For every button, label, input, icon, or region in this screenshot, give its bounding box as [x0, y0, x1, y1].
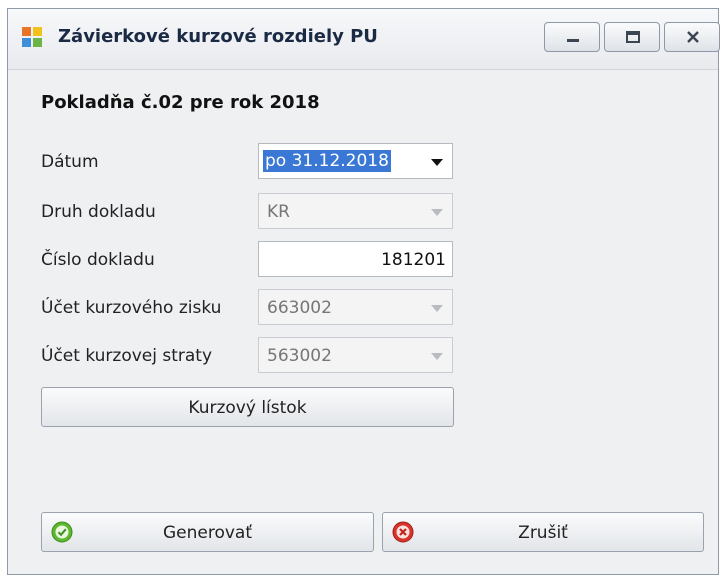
kurzovy-listok-button[interactable]: Kurzový lístok [41, 387, 454, 427]
ucet-zisku-value: 663002 [267, 298, 332, 318]
minimize-icon [567, 39, 579, 42]
datum-value: po 31.12.2018 [263, 150, 391, 172]
kurzovy-listok-label: Kurzový lístok [188, 398, 307, 418]
ucet-zisku-label: Účet kurzového zisku [41, 298, 222, 318]
druh-dokladu-label: Druh dokladu [41, 202, 156, 222]
app-icon [22, 27, 42, 47]
zrusit-button[interactable]: Zrušiť [382, 512, 704, 552]
chevron-down-icon [431, 209, 443, 216]
close-button[interactable] [664, 22, 720, 52]
ucet-straty-value: 563002 [267, 346, 332, 366]
title-bar[interactable]: Závierkové kurzové rozdiely PU [8, 9, 720, 70]
close-icon [687, 31, 699, 43]
druh-dokladu-select[interactable]: KR [258, 193, 453, 229]
zrusit-label: Zrušiť [518, 523, 568, 543]
ucet-straty-select[interactable]: 563002 [258, 337, 453, 373]
druh-dokladu-value: KR [267, 202, 290, 222]
minimize-button[interactable] [544, 22, 600, 52]
datum-select[interactable]: po 31.12.2018 [258, 143, 453, 179]
datum-label: Dátum [41, 152, 99, 172]
ucet-straty-label: Účet kurzovej straty [41, 346, 213, 366]
chevron-down-icon [431, 353, 443, 360]
cislo-dokladu-value: 181201 [381, 250, 446, 270]
cislo-dokladu-input[interactable]: 181201 [258, 241, 453, 277]
cislo-dokladu-label: Číslo dokladu [41, 250, 155, 270]
register-heading: Pokladňa č.02 pre rok 2018 [41, 92, 320, 113]
chevron-down-icon [431, 305, 443, 312]
generovat-button[interactable]: Generovať [41, 512, 374, 552]
dialog-window: Závierkové kurzové rozdiely PU Pokladňa … [7, 8, 720, 575]
generovat-label: Generovať [162, 523, 253, 543]
maximize-button[interactable] [604, 22, 660, 52]
chevron-down-icon [431, 159, 443, 166]
window-title: Závierkové kurzové rozdiely PU [58, 26, 378, 47]
maximize-icon [626, 31, 640, 43]
ucet-zisku-select[interactable]: 663002 [258, 289, 453, 325]
